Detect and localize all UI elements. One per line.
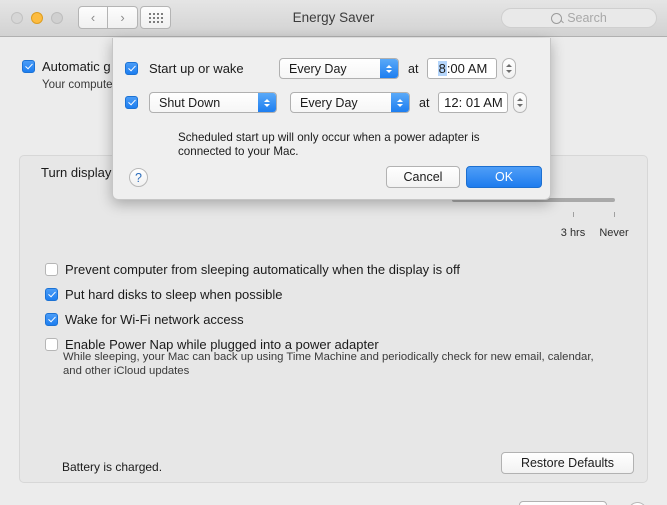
startup-time-stepper[interactable]	[502, 58, 517, 79]
startup-label: Start up or wake	[149, 61, 244, 76]
startup-time-selected: 8	[437, 61, 447, 76]
prevent-sleep-label: Prevent computer from sleeping automatic…	[65, 262, 461, 277]
shutdown-at-label: at	[419, 95, 430, 110]
chevron-updown-icon	[391, 93, 409, 112]
power-nap-description: While sleeping, your Mac can back up usi…	[63, 351, 594, 377]
checkbox-icon	[45, 313, 58, 326]
schedule-button[interactable]: Schedule...	[519, 501, 607, 505]
search-icon	[551, 12, 563, 24]
search-input[interactable]: Search	[501, 8, 657, 28]
ok-button[interactable]: OK	[466, 166, 542, 188]
startup-time-field[interactable]: 8:00 AM	[427, 58, 498, 79]
schedule-note: Scheduled start up will only occur when …	[178, 131, 480, 158]
wake-wifi-label: Wake for Wi-Fi network access	[65, 312, 244, 327]
checkbox-icon	[45, 288, 58, 301]
schedule-dialog: Start up or wake Every Day at 8:00 AM Sh…	[112, 38, 551, 200]
automatic-graphics-label: Automatic g	[42, 59, 111, 74]
automatic-graphics-sublabel: Your compute	[42, 79, 113, 91]
shutdown-action-popup[interactable]: Shut Down	[149, 92, 277, 113]
sleep-options-list: Prevent computer from sleeping automatic…	[45, 262, 460, 362]
shutdown-time-field[interactable]: 12: 01 AM	[438, 92, 509, 113]
prevent-sleep-checkbox[interactable]: Prevent computer from sleeping automatic…	[45, 262, 460, 277]
cancel-button[interactable]: Cancel	[386, 166, 460, 188]
checkbox-icon	[45, 263, 58, 276]
shutdown-time-stepper[interactable]	[513, 92, 528, 113]
shutdown-day-popup[interactable]: Every Day	[290, 92, 410, 113]
sheet-help-button[interactable]: ?	[129, 168, 148, 187]
slider-tick-label: 3 hrs	[560, 227, 586, 239]
restore-defaults-button[interactable]: Restore Defaults	[501, 452, 634, 474]
slider-tick	[614, 212, 615, 217]
turn-display-off-label: Turn display	[41, 165, 112, 180]
search-placeholder: Search	[567, 11, 607, 25]
automatic-graphics-switching-checkbox[interactable]: Automatic g	[22, 59, 111, 74]
startup-day-value: Every Day	[289, 61, 347, 76]
startup-day-popup[interactable]: Every Day	[279, 58, 399, 79]
window-titlebar: ‹ › Energy Saver Search	[0, 0, 667, 37]
checkbox-icon	[22, 60, 35, 73]
shutdown-enable-checkbox[interactable]	[125, 96, 138, 109]
shutdown-day-value: Every Day	[300, 95, 358, 110]
shutdown-schedule-row: Shut Down Every Day at 12: 01 AM	[125, 92, 528, 113]
chevron-updown-icon	[380, 59, 398, 78]
battery-status-text: Battery is charged.	[62, 460, 163, 474]
wake-wifi-checkbox[interactable]: Wake for Wi-Fi network access	[45, 312, 460, 327]
checkbox-icon	[45, 338, 58, 351]
startup-enable-checkbox[interactable]	[125, 62, 138, 75]
slider-tick	[573, 212, 574, 217]
hard-disk-sleep-checkbox[interactable]: Put hard disks to sleep when possible	[45, 287, 460, 302]
startup-schedule-row: Start up or wake Every Day at 8:00 AM	[125, 58, 517, 79]
chevron-updown-icon	[258, 93, 276, 112]
hard-disk-sleep-label: Put hard disks to sleep when possible	[65, 287, 283, 302]
shutdown-action-value: Shut Down	[159, 95, 221, 110]
energy-saver-window: ‹ › Energy Saver Search Automatic g Your…	[0, 0, 667, 505]
startup-time-rest: :00 AM	[446, 61, 488, 76]
startup-at-label: at	[408, 61, 419, 76]
slider-tick-label: Never	[599, 227, 629, 239]
